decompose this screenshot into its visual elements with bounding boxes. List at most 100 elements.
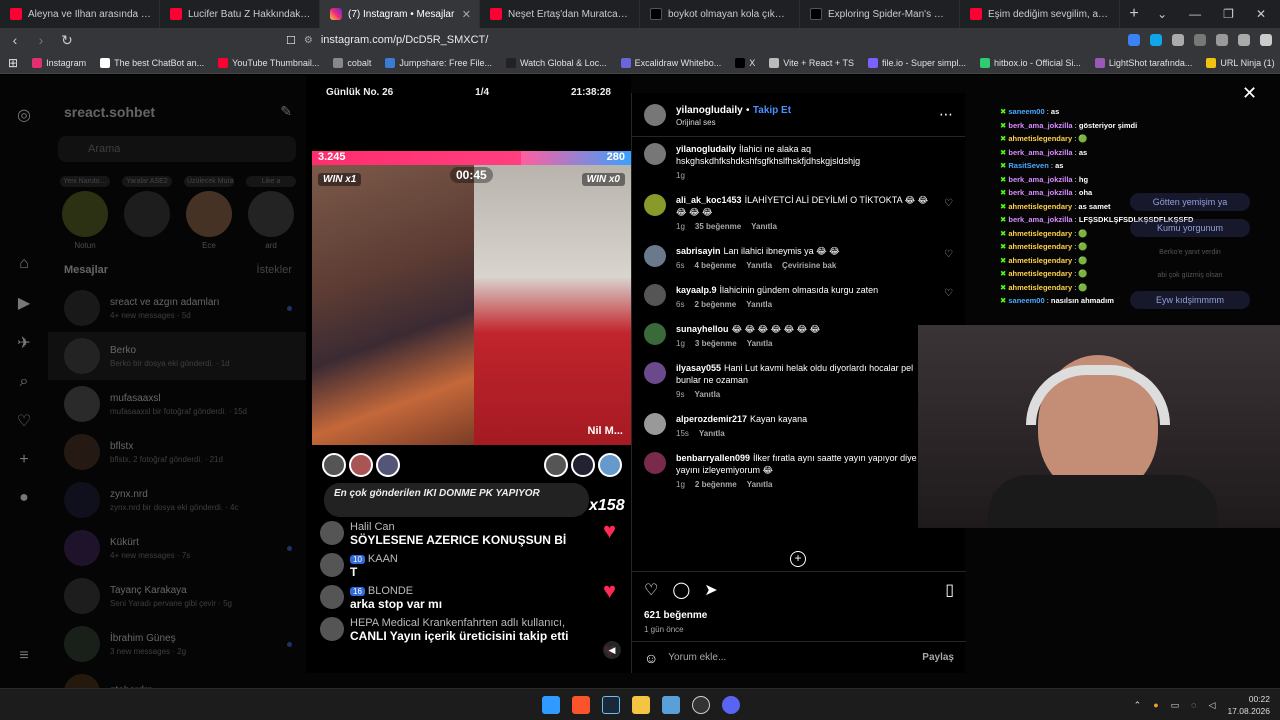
menu-icon[interactable] [1260, 34, 1272, 46]
reply-button[interactable]: Yanıtla [746, 300, 772, 311]
avatar[interactable] [644, 245, 666, 268]
close-post-icon[interactable]: ✕ [1242, 83, 1257, 104]
bookmark-item[interactable]: X [735, 57, 755, 68]
comment-like-count[interactable]: 3 beğenme [695, 339, 737, 350]
bookmark-item[interactable]: cobalt [333, 57, 371, 68]
follow-button[interactable]: Takip Et [753, 105, 791, 116]
file-explorer-icon[interactable] [632, 696, 650, 714]
comment-username[interactable]: benbarryallen099 [676, 453, 750, 463]
home-icon[interactable]: ⌂ [19, 255, 29, 273]
avatar[interactable] [644, 361, 666, 384]
share-icon[interactable]: ➤ [704, 580, 717, 600]
browser-tab[interactable]: Neşet Ertaş'dan Muratcaz'a Cevap G... [480, 0, 640, 28]
maximize-button[interactable]: ❐ [1223, 7, 1234, 21]
conversation-item[interactable]: gtahardrp [48, 668, 306, 688]
comment-username[interactable]: ilyasay055 [676, 363, 721, 373]
steam-icon[interactable] [602, 696, 620, 714]
audio-label[interactable]: Orijinal ses [676, 118, 791, 127]
comment-username[interactable]: kayaalp.9 [676, 285, 717, 295]
extension-icon[interactable] [1172, 34, 1184, 46]
comment-username[interactable]: sabrisayin [676, 246, 721, 256]
bookmark-item[interactable]: Watch Global & Loc... [505, 57, 607, 68]
start-icon[interactable] [542, 696, 560, 714]
create-icon[interactable]: + [19, 451, 28, 469]
bookmark-item[interactable]: The best ChatBot an... [100, 57, 204, 68]
reply-button[interactable]: Yanıtla [694, 390, 720, 401]
conversation-item[interactable]: Berko Berko bir dosya eki gönderdi. · 1d [48, 332, 306, 380]
browser-tab[interactable]: (7) Instagram • Mesajlar ✕ [320, 0, 480, 28]
avatar[interactable] [644, 451, 666, 474]
conversation-item[interactable]: İbrahim Güneş 3 new messages · 2g [48, 620, 306, 668]
tab-search-icon[interactable]: ⌄ [1157, 7, 1167, 21]
load-more-comments-icon[interactable]: + [790, 551, 806, 567]
comment-like-count[interactable]: 35 beğenme [695, 222, 741, 233]
mute-toggle-icon[interactable]: ◀ [603, 641, 621, 659]
bookmark-item[interactable]: LightShot tarafında... [1094, 57, 1192, 68]
comment-like-icon[interactable]: ♡ [944, 288, 953, 299]
reply-button[interactable]: Yanıtla [746, 261, 772, 272]
reply-button[interactable]: Yanıtla [747, 339, 773, 350]
bookmark-item[interactable]: Vite + React + TS [769, 57, 854, 68]
shield-icon[interactable] [1238, 34, 1250, 46]
microphone-icon[interactable]: ● [1153, 700, 1158, 710]
search-icon[interactable]: ⌕ [20, 373, 29, 391]
bookmark-item[interactable]: Excalidraw Whitebo... [620, 57, 721, 68]
comment-input[interactable]: Yorum ekle... [668, 652, 912, 663]
comment-username[interactable]: alperozdemir217 [676, 414, 747, 424]
reply-button[interactable]: Yanıtla [699, 429, 725, 440]
system-clock[interactable]: 00:22 17.08.2026 [1227, 693, 1270, 717]
conversation-item[interactable]: Kükürt 4+ new messages · 7s [48, 524, 306, 572]
note-item[interactable]: Üzülecek Murat Bil Ece [184, 176, 234, 250]
comment-like-count[interactable]: 2 beğenme [694, 300, 736, 311]
conversation-item[interactable]: zynx.nrd zynx.nrd bir dosya eki gönderdi.… [48, 476, 306, 524]
brave-icon[interactable] [572, 696, 590, 714]
instagram-logo-icon[interactable]: ◎ [17, 105, 31, 125]
save-icon[interactable]: ▯ [945, 580, 954, 600]
comment-username[interactable]: yilanogludaily [676, 144, 736, 154]
comment-like-count[interactable]: 2 beğenme [695, 480, 737, 491]
bookmark-star-icon[interactable]: ☐ [286, 34, 296, 47]
comment-like-count[interactable]: 4 beğenme [694, 261, 736, 272]
discord-icon[interactable] [722, 696, 740, 714]
bookmark-item[interactable]: YouTube Thumbnail... [218, 57, 319, 68]
apps-grid-icon[interactable]: ⊞ [8, 56, 18, 70]
note-item[interactable]: Yeni Naruto… Notun [60, 176, 110, 250]
note-item[interactable]: Like a ard [246, 176, 296, 250]
reels-icon[interactable]: ▶ [18, 293, 30, 313]
conversation-item[interactable]: mufasaaxsl mufasaaxsl bir fotoğraf gönder… [48, 380, 306, 428]
reload-icon[interactable]: ↻ [60, 32, 74, 49]
translate-link[interactable]: Çevirisine bak [782, 261, 836, 272]
account-switcher[interactable]: sreact.sohbet [64, 104, 155, 120]
bookmark-item[interactable]: file.io - Super simpl... [867, 57, 966, 68]
profile-icon[interactable]: ● [19, 489, 29, 507]
minimize-button[interactable]: — [1189, 7, 1201, 21]
conversation-item[interactable]: bflstx bflstx, 2 fotoğraf gönderdi. · 21d [48, 428, 306, 476]
browser-tab[interactable]: Lucifer Batu Z Hakkındaki Tüm G... [160, 0, 320, 28]
address-bar[interactable]: ☐ ⚙ instagram.com/p/DcD5R_SMXCT/ [286, 30, 986, 50]
extension-icon[interactable] [1194, 34, 1206, 46]
note-item[interactable]: Yaralar ASE2 [122, 176, 172, 250]
obs-icon[interactable] [692, 696, 710, 714]
network-icon[interactable]: ◌ [1191, 700, 1196, 710]
comment-like-icon[interactable]: ♡ [944, 249, 953, 260]
tray-chevron-icon[interactable]: ⌃ [1134, 700, 1142, 711]
browser-tab[interactable]: Aleyna ve İlhan arasında tansiyon y... [0, 0, 160, 28]
reply-button[interactable]: Yanıtla [751, 222, 777, 233]
comment-username[interactable]: ali_ak_koc1453 [676, 195, 742, 205]
like-count[interactable]: 621 beğenme [644, 610, 954, 621]
post-video[interactable]: Günlük No. 26 1/4 21:38:28 3.245 280 WIN… [306, 75, 631, 673]
requests-link[interactable]: İstekler [257, 264, 292, 276]
avatar[interactable] [644, 284, 666, 307]
display-icon[interactable]: ▭ [1171, 700, 1180, 711]
avatar[interactable] [644, 194, 666, 217]
bookmark-item[interactable]: hitbox.io - Official Si... [979, 57, 1081, 68]
reply-button[interactable]: Yanıtla [747, 480, 773, 491]
bookmark-item[interactable]: URL Ninja (1) [1206, 57, 1275, 68]
extension-icon[interactable] [1128, 34, 1140, 46]
comment-icon[interactable]: ◯ [672, 580, 690, 600]
post-comment-button[interactable]: Paylaş [922, 652, 954, 663]
comment-like-icon[interactable]: ♡ [944, 198, 953, 209]
extension-icon[interactable] [1216, 34, 1228, 46]
avatar[interactable] [644, 323, 666, 346]
emoji-icon[interactable]: ☺ [644, 650, 658, 666]
